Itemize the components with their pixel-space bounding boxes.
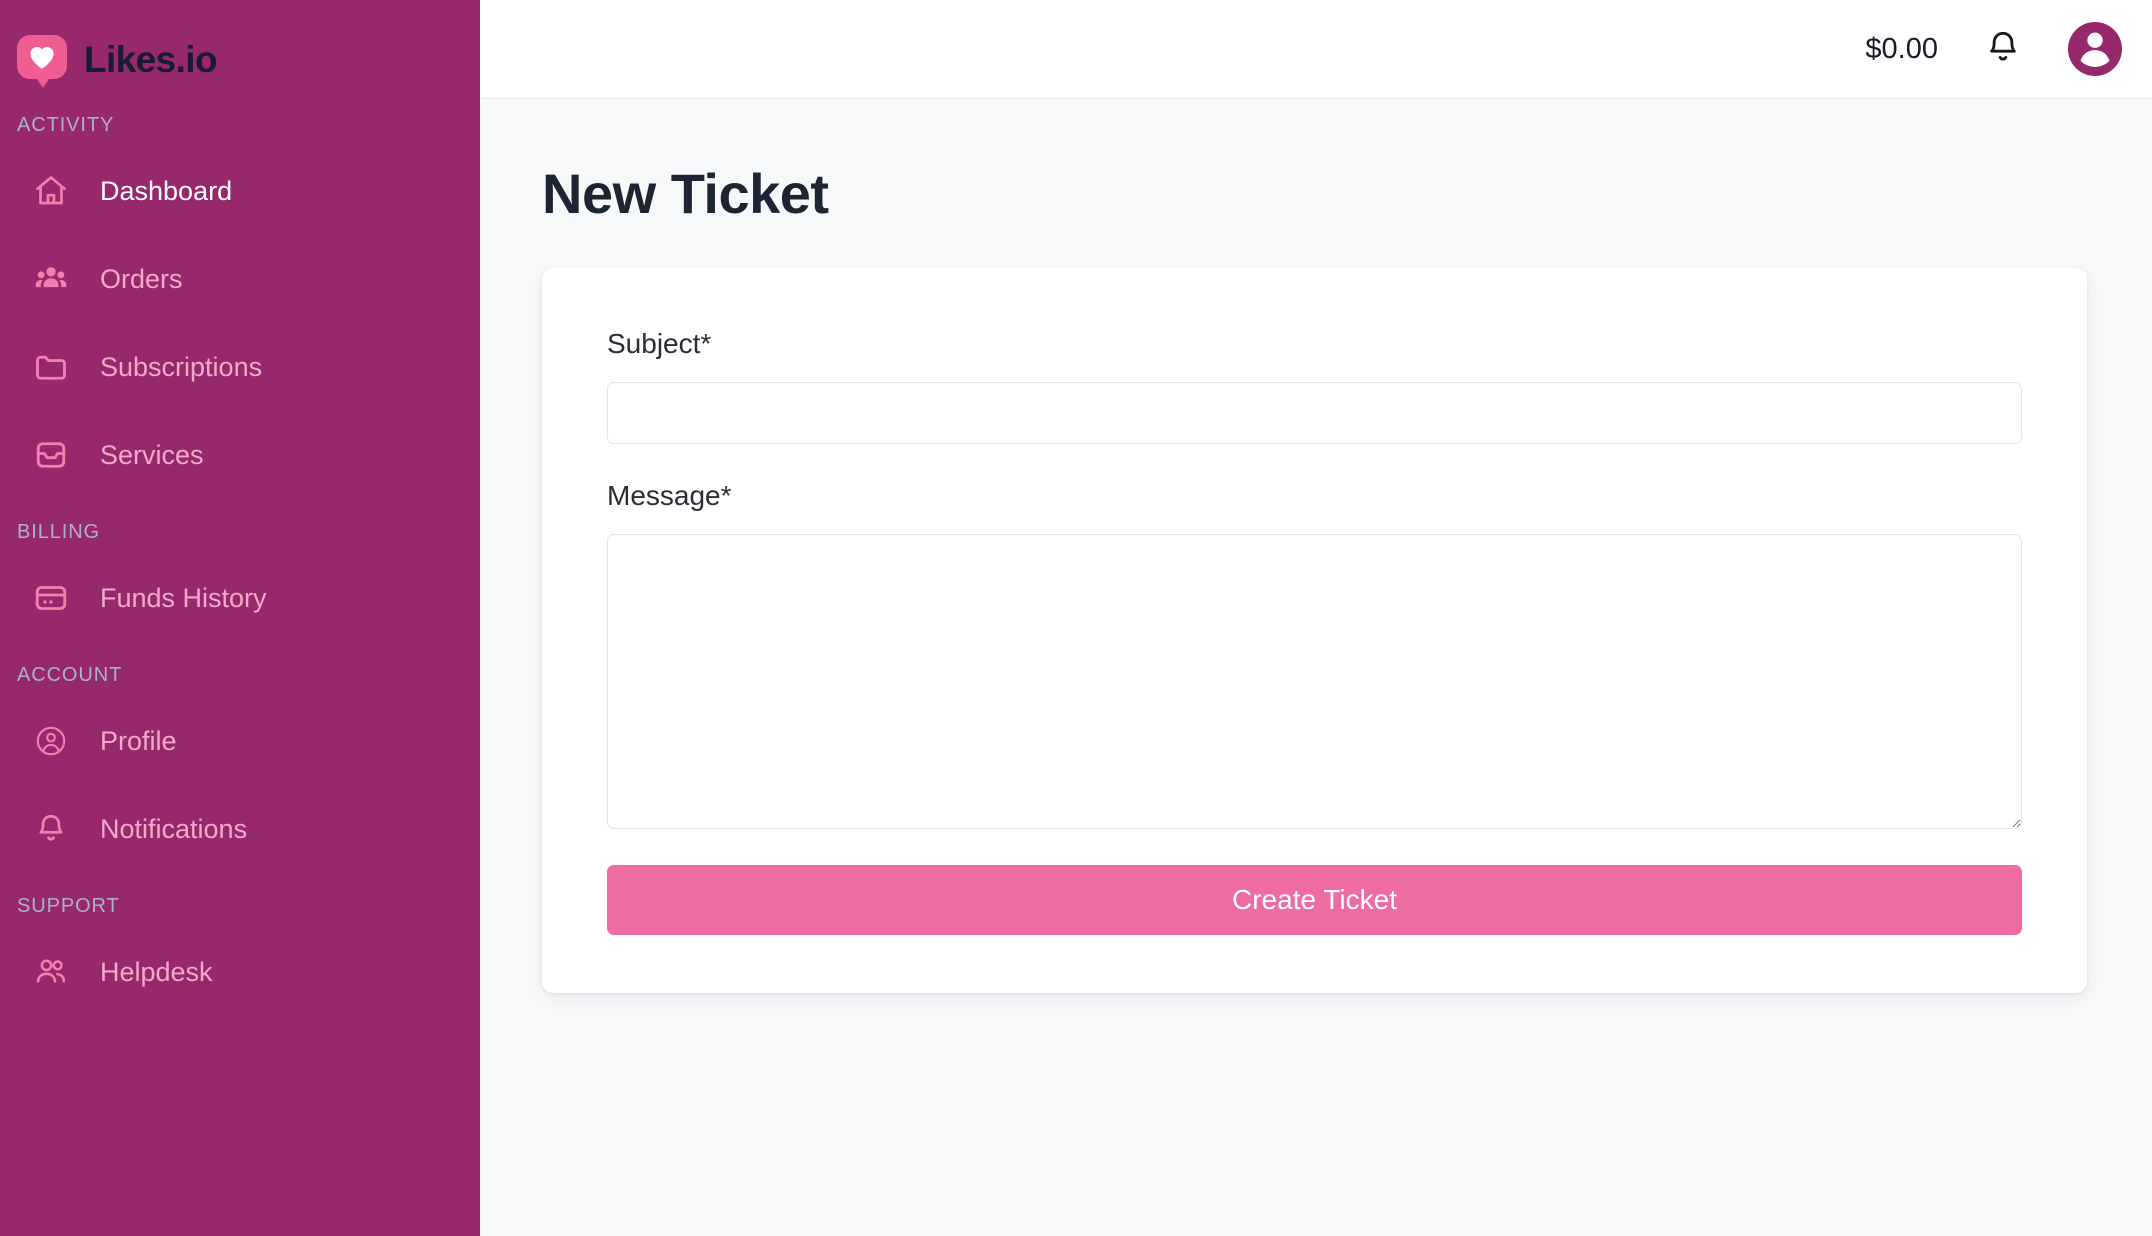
heart-bubble-icon xyxy=(17,35,67,88)
home-icon xyxy=(30,170,72,212)
users-group-icon xyxy=(30,258,72,300)
sidebar-section-activity: ACTIVITY xyxy=(17,114,115,136)
app-root: Likes.io ACTIVITY Dashboard Orders Subsc… xyxy=(0,0,2152,1236)
folder-icon xyxy=(30,346,72,388)
users-icon xyxy=(30,951,72,993)
sidebar-item-subscriptions[interactable]: Subscriptions xyxy=(0,323,480,411)
subject-field-group: Subject* xyxy=(607,328,2022,444)
sidebar-item-label: Helpdesk xyxy=(100,956,213,987)
sidebar-item-profile[interactable]: Profile xyxy=(0,697,480,785)
message-textarea[interactable] xyxy=(607,534,2022,829)
notifications-button[interactable] xyxy=(1980,26,2026,72)
new-ticket-form: Subject* Message* Create Ticket xyxy=(607,328,2022,935)
user-circle-icon xyxy=(30,720,72,762)
sidebar-item-funds-history[interactable]: Funds History xyxy=(0,554,480,642)
page-title: New Ticket xyxy=(542,162,829,225)
sidebar-section-account: ACCOUNT xyxy=(17,664,123,686)
subject-input[interactable] xyxy=(607,382,2022,444)
sidebar-item-label: Services xyxy=(100,439,204,470)
topbar: $0.00 xyxy=(480,0,2152,99)
avatar[interactable] xyxy=(2068,22,2122,76)
brand-logo[interactable]: Likes.io xyxy=(0,0,480,98)
sidebar: Likes.io ACTIVITY Dashboard Orders Subsc… xyxy=(0,0,480,1236)
create-ticket-button[interactable]: Create Ticket xyxy=(607,865,2022,935)
sidebar-item-notifications[interactable]: Notifications xyxy=(0,785,480,873)
page-content: New Ticket Subject* Message* Create Tick… xyxy=(480,99,2152,1236)
sidebar-item-label: Subscriptions xyxy=(100,351,263,382)
sidebar-item-label: Notifications xyxy=(100,813,248,844)
sidebar-item-services[interactable]: Services xyxy=(0,411,480,499)
new-ticket-form-card: Subject* Message* Create Ticket xyxy=(542,268,2087,993)
sidebar-item-dashboard[interactable]: Dashboard xyxy=(0,147,480,235)
sidebar-item-label: Funds History xyxy=(100,582,267,613)
user-avatar-icon xyxy=(2068,22,2122,76)
sidebar-item-helpdesk[interactable]: Helpdesk xyxy=(0,928,480,1016)
message-field-group: Message* xyxy=(607,480,2022,829)
bell-icon xyxy=(1983,28,2023,71)
sidebar-section-billing: BILLING xyxy=(17,521,100,543)
sidebar-section-support: SUPPORT xyxy=(17,895,120,917)
brand-name: Likes.io xyxy=(84,39,218,80)
sidebar-item-label: Dashboard xyxy=(100,175,233,206)
credit-card-icon xyxy=(30,577,72,619)
message-label: Message* xyxy=(607,480,732,511)
subject-label: Subject* xyxy=(607,328,712,359)
sidebar-item-label: Profile xyxy=(100,725,177,756)
bell-icon xyxy=(30,808,72,850)
inbox-icon xyxy=(30,434,72,476)
account-balance: $0.00 xyxy=(1865,32,1938,65)
main-area: $0.00 New Ticket Subject* Message* Creat… xyxy=(480,0,2152,1236)
sidebar-item-orders[interactable]: Orders xyxy=(0,235,480,323)
sidebar-item-label: Orders xyxy=(100,263,183,294)
